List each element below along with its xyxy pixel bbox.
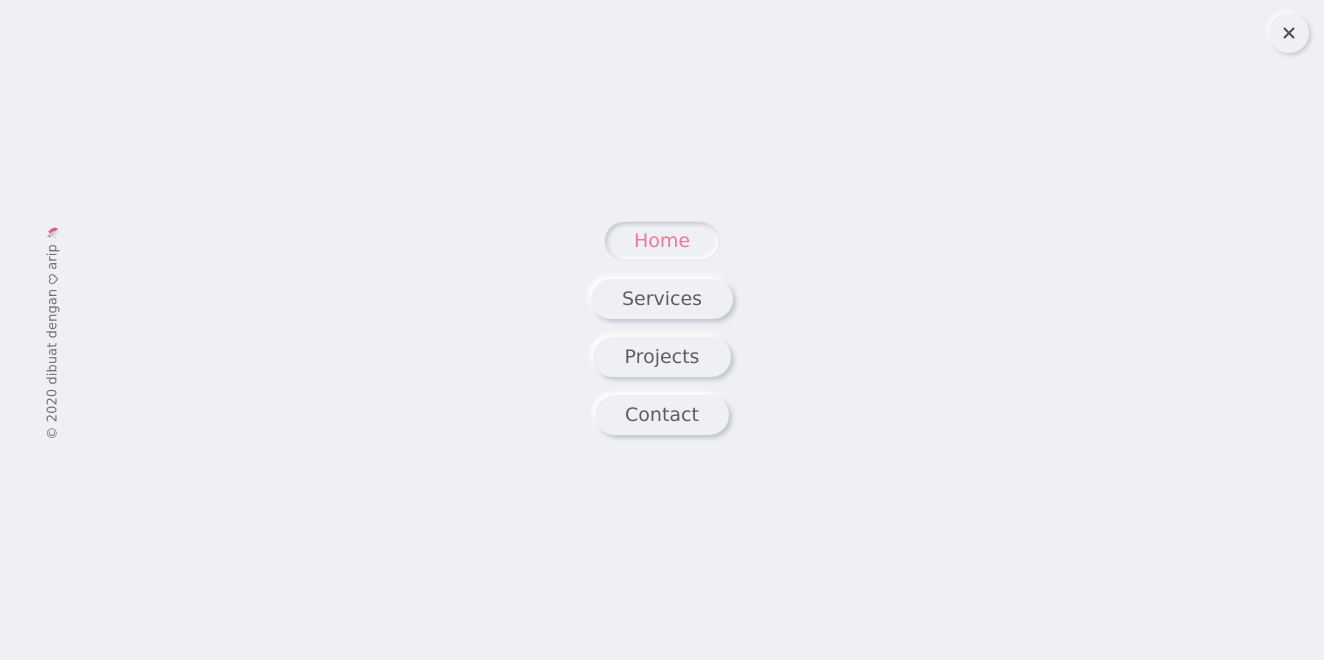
close-button[interactable]	[1269, 13, 1309, 53]
page: © 2020 dibuat dengan arip 🦄 Home Service…	[0, 0, 1324, 660]
menu-item-services[interactable]: Services	[591, 279, 733, 319]
menu-item-projects[interactable]: Projects	[593, 337, 731, 377]
close-icon	[1283, 27, 1295, 39]
main-menu: Home Services Projects Contact	[0, 221, 1324, 435]
menu-item-contact[interactable]: Contact	[595, 395, 729, 435]
menu-item-home[interactable]: Home	[604, 221, 720, 261]
